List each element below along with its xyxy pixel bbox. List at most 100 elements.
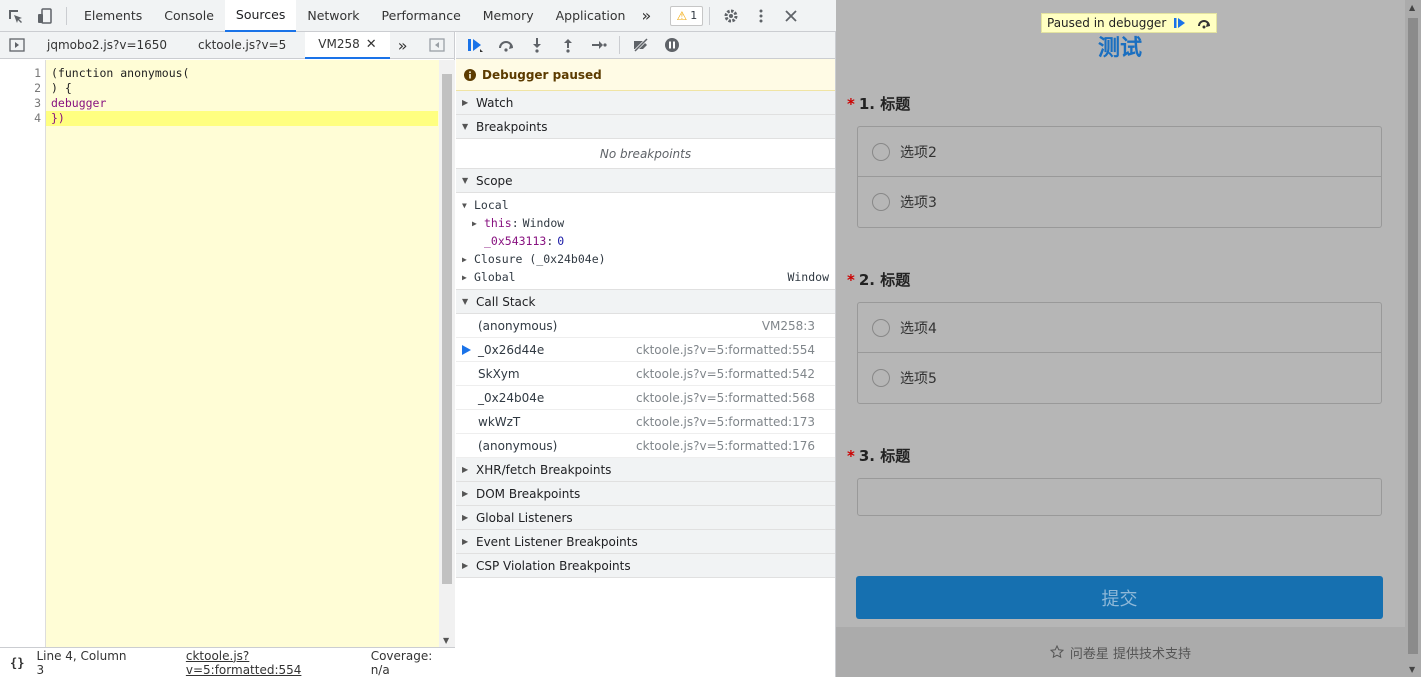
section-event-listener-breakpoints[interactable]: ▶ Event Listener Breakpoints [456,530,835,554]
property-value: 0 [557,234,565,248]
section-title: Call Stack [476,294,536,309]
section-xhr-breakpoints[interactable]: ▶ XHR/fetch Breakpoints [456,458,835,482]
line-number[interactable]: 2 [0,81,41,96]
pause-on-exceptions-button[interactable] [659,34,684,56]
pretty-print-icon[interactable]: {} [0,656,36,670]
call-frame[interactable]: wkWzT cktoole.js?v=5:formatted:173 [456,410,835,434]
code-line[interactable]: debugger [46,96,455,111]
section-csp-violation-breakpoints[interactable]: ▶ CSP Violation Breakpoints [456,554,835,578]
file-tab-active[interactable]: VM258 ✕ [305,31,390,59]
call-frame[interactable]: (anonymous) cktoole.js?v=5:formatted:176 [456,434,835,458]
code-content[interactable]: (function anonymous( ) { debugger }) [46,60,455,647]
section-watch[interactable]: ▶ Watch [456,91,835,115]
scroll-down-arrow-icon[interactable]: ▼ [1409,665,1415,674]
kebab-menu-icon[interactable] [746,0,776,32]
code-editor[interactable]: 1 2 3 4 (function anonymous( ) { debugge… [0,60,455,647]
section-scope[interactable]: ▼ Scope [456,169,835,193]
frame-location[interactable]: cktoole.js?v=5:formatted:176 [636,439,815,453]
more-files-chevron-icon[interactable]: » [390,32,416,59]
frame-location[interactable]: VM258:3 [762,319,815,333]
radio-option[interactable]: 选项3 [858,177,1381,227]
source-map-link[interactable]: cktoole.js?v=5:formatted:554 [186,649,365,677]
device-toolbar-icon[interactable] [30,0,60,32]
scroll-down-arrow-icon[interactable]: ▼ [443,636,449,645]
resume-button[interactable] [462,34,487,56]
line-number[interactable]: 3 [0,96,41,111]
editor-scrollbar[interactable]: ▼ [439,60,455,647]
file-tabs: jqmobo2.js?v=1650 cktoole.js?v=5 VM258 ✕… [0,31,454,59]
tab-memory[interactable]: Memory [472,0,545,32]
step-into-button[interactable] [524,34,549,56]
scope-local[interactable]: ▼ Local [456,196,835,214]
question-text: 标题 [880,95,911,113]
frame-location[interactable]: cktoole.js?v=5:formatted:542 [636,367,815,381]
close-tab-icon[interactable]: ✕ [366,37,377,52]
radio-option[interactable]: 选项5 [858,353,1381,403]
radio-button[interactable] [872,369,890,387]
call-frame-selected[interactable]: _0x26d44e cktoole.js?v=5:formatted:554 [456,338,835,362]
section-title: Global Listeners [476,510,573,525]
section-breakpoints[interactable]: ▼ Breakpoints [456,115,835,139]
radio-button[interactable] [872,142,890,161]
scope-this[interactable]: ▶ this: Window [456,214,835,232]
text-answer-input[interactable] [857,478,1382,516]
code-line[interactable]: (function anonymous( [46,66,455,81]
radio-button[interactable] [872,318,890,337]
tab-application[interactable]: Application [545,0,637,32]
section-title: Breakpoints [476,119,548,134]
file-tab[interactable]: jqmobo2.js?v=1650 [34,32,180,59]
step-out-button[interactable] [555,34,580,56]
frame-location[interactable]: cktoole.js?v=5:formatted:173 [636,415,815,429]
tab-elements[interactable]: Elements [73,0,153,32]
radio-button[interactable] [872,193,890,211]
call-frame[interactable]: SkXym cktoole.js?v=5:formatted:542 [456,362,835,386]
warnings-badge[interactable]: ⚠ 1 [670,5,704,26]
scrollbar-thumb[interactable] [1408,18,1418,654]
section-title: Watch [476,95,514,110]
code-line[interactable]: ) { [46,81,455,96]
more-tabs-chevron-icon[interactable]: » [636,0,656,32]
scroll-up-arrow-icon[interactable]: ▲ [1409,3,1415,12]
section-global-listeners[interactable]: ▶ Global Listeners [456,506,835,530]
section-title: XHR/fetch Breakpoints [476,462,612,477]
scope-variable[interactable]: _0x543113: 0 [456,232,835,250]
expanded-triangle-icon: ▼ [462,200,467,210]
overlay-resume-button[interactable] [1170,14,1190,32]
line-number[interactable]: 1 [0,66,41,81]
code-line-current[interactable]: }) [46,111,438,126]
scope-closure[interactable]: ▶ Closure (_0x24b04e) [456,250,835,268]
line-number-gutter[interactable]: 1 2 3 4 [0,60,46,647]
file-tab[interactable]: cktoole.js?v=5 [180,32,299,59]
page-scrollbar[interactable]: ▲ ▼ [1405,0,1421,677]
frame-name: _0x26d44e [478,342,545,357]
line-number[interactable]: 4 [0,111,41,126]
frame-location[interactable]: cktoole.js?v=5:formatted:554 [636,343,815,357]
section-dom-breakpoints[interactable]: ▶ DOM Breakpoints [456,482,835,506]
collapsed-triangle-icon: ▶ [472,218,477,228]
scrollbar-thumb[interactable] [442,74,452,584]
toggle-debugger-sidebar-icon[interactable] [420,32,454,59]
deactivate-breakpoints-button[interactable] [628,34,653,56]
submit-button[interactable]: 提交 [856,576,1383,619]
radio-option[interactable]: 选项2 [858,127,1381,177]
call-frame[interactable]: (anonymous) VM258:3 [456,314,835,338]
required-mark: * [847,271,855,289]
step-button[interactable] [586,34,611,56]
call-frame[interactable]: _0x24b04e cktoole.js?v=5:formatted:568 [456,386,835,410]
frame-location[interactable]: cktoole.js?v=5:formatted:568 [636,391,815,405]
tab-network[interactable]: Network [296,0,370,32]
inspect-element-icon[interactable] [0,0,30,32]
step-over-button[interactable] [493,34,518,56]
overlay-step-over-button[interactable] [1194,14,1214,32]
current-frame-arrow-icon [462,345,471,355]
close-icon[interactable] [776,0,806,32]
gear-icon[interactable] [716,0,746,32]
scope-global[interactable]: ▶ Global Window [456,268,835,286]
option-label: 选项5 [900,371,937,387]
tab-sources[interactable]: Sources [224,0,297,32]
radio-option[interactable]: 选项4 [858,303,1381,353]
section-call-stack[interactable]: ▼ Call Stack [456,290,835,314]
tab-console[interactable]: Console [153,0,225,32]
tab-performance[interactable]: Performance [371,0,472,32]
toggle-navigator-icon[interactable] [0,32,34,59]
